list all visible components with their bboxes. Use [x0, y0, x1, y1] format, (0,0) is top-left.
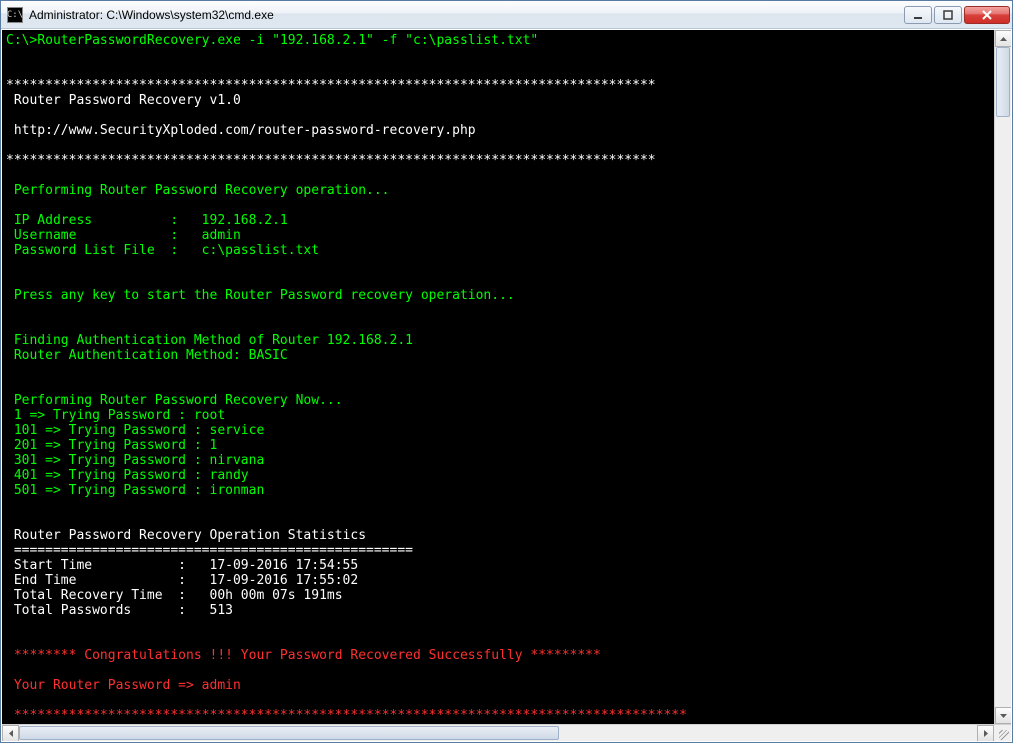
hscroll-track[interactable]: [19, 725, 977, 741]
hscroll-thumb[interactable]: [19, 726, 559, 740]
stats-title: Router Password Recovery Operation Stati…: [6, 528, 366, 543]
scroll-up-button[interactable]: [995, 30, 1011, 47]
window-controls: [904, 6, 1010, 24]
banner-title: Router Password Recovery v1.0: [6, 93, 241, 108]
congrats-line: ******** Congratulations !!! Your Passwo…: [6, 648, 601, 663]
minimize-button[interactable]: [904, 6, 932, 24]
console-wrap: C:\>RouterPasswordRecovery.exe -i "192.1…: [2, 30, 1011, 724]
client-area: C:\>RouterPasswordRecovery.exe -i "192.1…: [1, 29, 1012, 742]
prompt: C:\>: [6, 33, 37, 48]
auth-method-line: Router Authentication Method: BASIC: [6, 348, 288, 363]
try-line: 301 => Trying Password : nirvana: [6, 453, 264, 468]
close-button[interactable]: [964, 6, 1010, 24]
maximize-button[interactable]: [934, 6, 962, 24]
stat-line: Start Time : 17-09-2016 17:54:55: [6, 558, 358, 573]
try-line: 401 => Trying Password : randy: [6, 468, 249, 483]
console-output[interactable]: C:\>RouterPasswordRecovery.exe -i "192.1…: [2, 30, 994, 724]
finding-auth-line: Finding Authentication Method of Router …: [6, 333, 413, 348]
stat-line: End Time : 17-09-2016 17:55:02: [6, 573, 358, 588]
press-key-line: Press any key to start the Router Passwo…: [6, 288, 515, 303]
try-line: 501 => Trying Password : ironman: [6, 483, 264, 498]
result-line: Your Router Password => admin: [6, 678, 241, 693]
horizontal-scrollbar[interactable]: [2, 724, 1011, 741]
stats-rule: ========================================…: [6, 543, 413, 558]
status-line: Performing Router Password Recovery oper…: [6, 183, 390, 198]
stat-line: Total Recovery Time : 00h 00m 07s 191ms: [6, 588, 343, 603]
stat-line: Total Passwords : 513: [6, 603, 233, 618]
vertical-scrollbar[interactable]: [994, 30, 1011, 724]
red-separator: ****************************************…: [6, 708, 687, 723]
performing-now-line: Performing Router Password Recovery Now.…: [6, 393, 343, 408]
cmd-icon-label: C:\: [7, 10, 23, 20]
cmd-window: C:\ Administrator: C:\Windows\system32\c…: [0, 0, 1013, 743]
vscroll-thumb[interactable]: [996, 47, 1010, 117]
username-line: Username : admin: [6, 228, 241, 243]
try-line: 201 => Trying Password : 1: [6, 438, 217, 453]
command-line: RouterPasswordRecovery.exe -i "192.168.2…: [37, 33, 538, 48]
resize-grip[interactable]: [994, 725, 1011, 742]
cmd-icon: C:\: [7, 7, 23, 23]
titlebar[interactable]: C:\ Administrator: C:\Windows\system32\c…: [1, 1, 1012, 29]
vscroll-track[interactable]: [995, 47, 1011, 707]
try-line: 1 => Trying Password : root: [6, 408, 225, 423]
ip-line: IP Address : 192.168.2.1: [6, 213, 288, 228]
separator-line: ****************************************…: [6, 78, 656, 93]
try-line: 101 => Trying Password : service: [6, 423, 264, 438]
scroll-down-button[interactable]: [995, 707, 1011, 724]
scroll-right-button[interactable]: [977, 725, 994, 742]
window-title: Administrator: C:\Windows\system32\cmd.e…: [29, 8, 904, 22]
scroll-left-button[interactable]: [2, 725, 19, 742]
separator-line: ****************************************…: [6, 153, 656, 168]
banner-url: http://www.SecurityXploded.com/router-pa…: [6, 123, 476, 138]
pwfile-line: Password List File : c:\passlist.txt: [6, 243, 319, 258]
